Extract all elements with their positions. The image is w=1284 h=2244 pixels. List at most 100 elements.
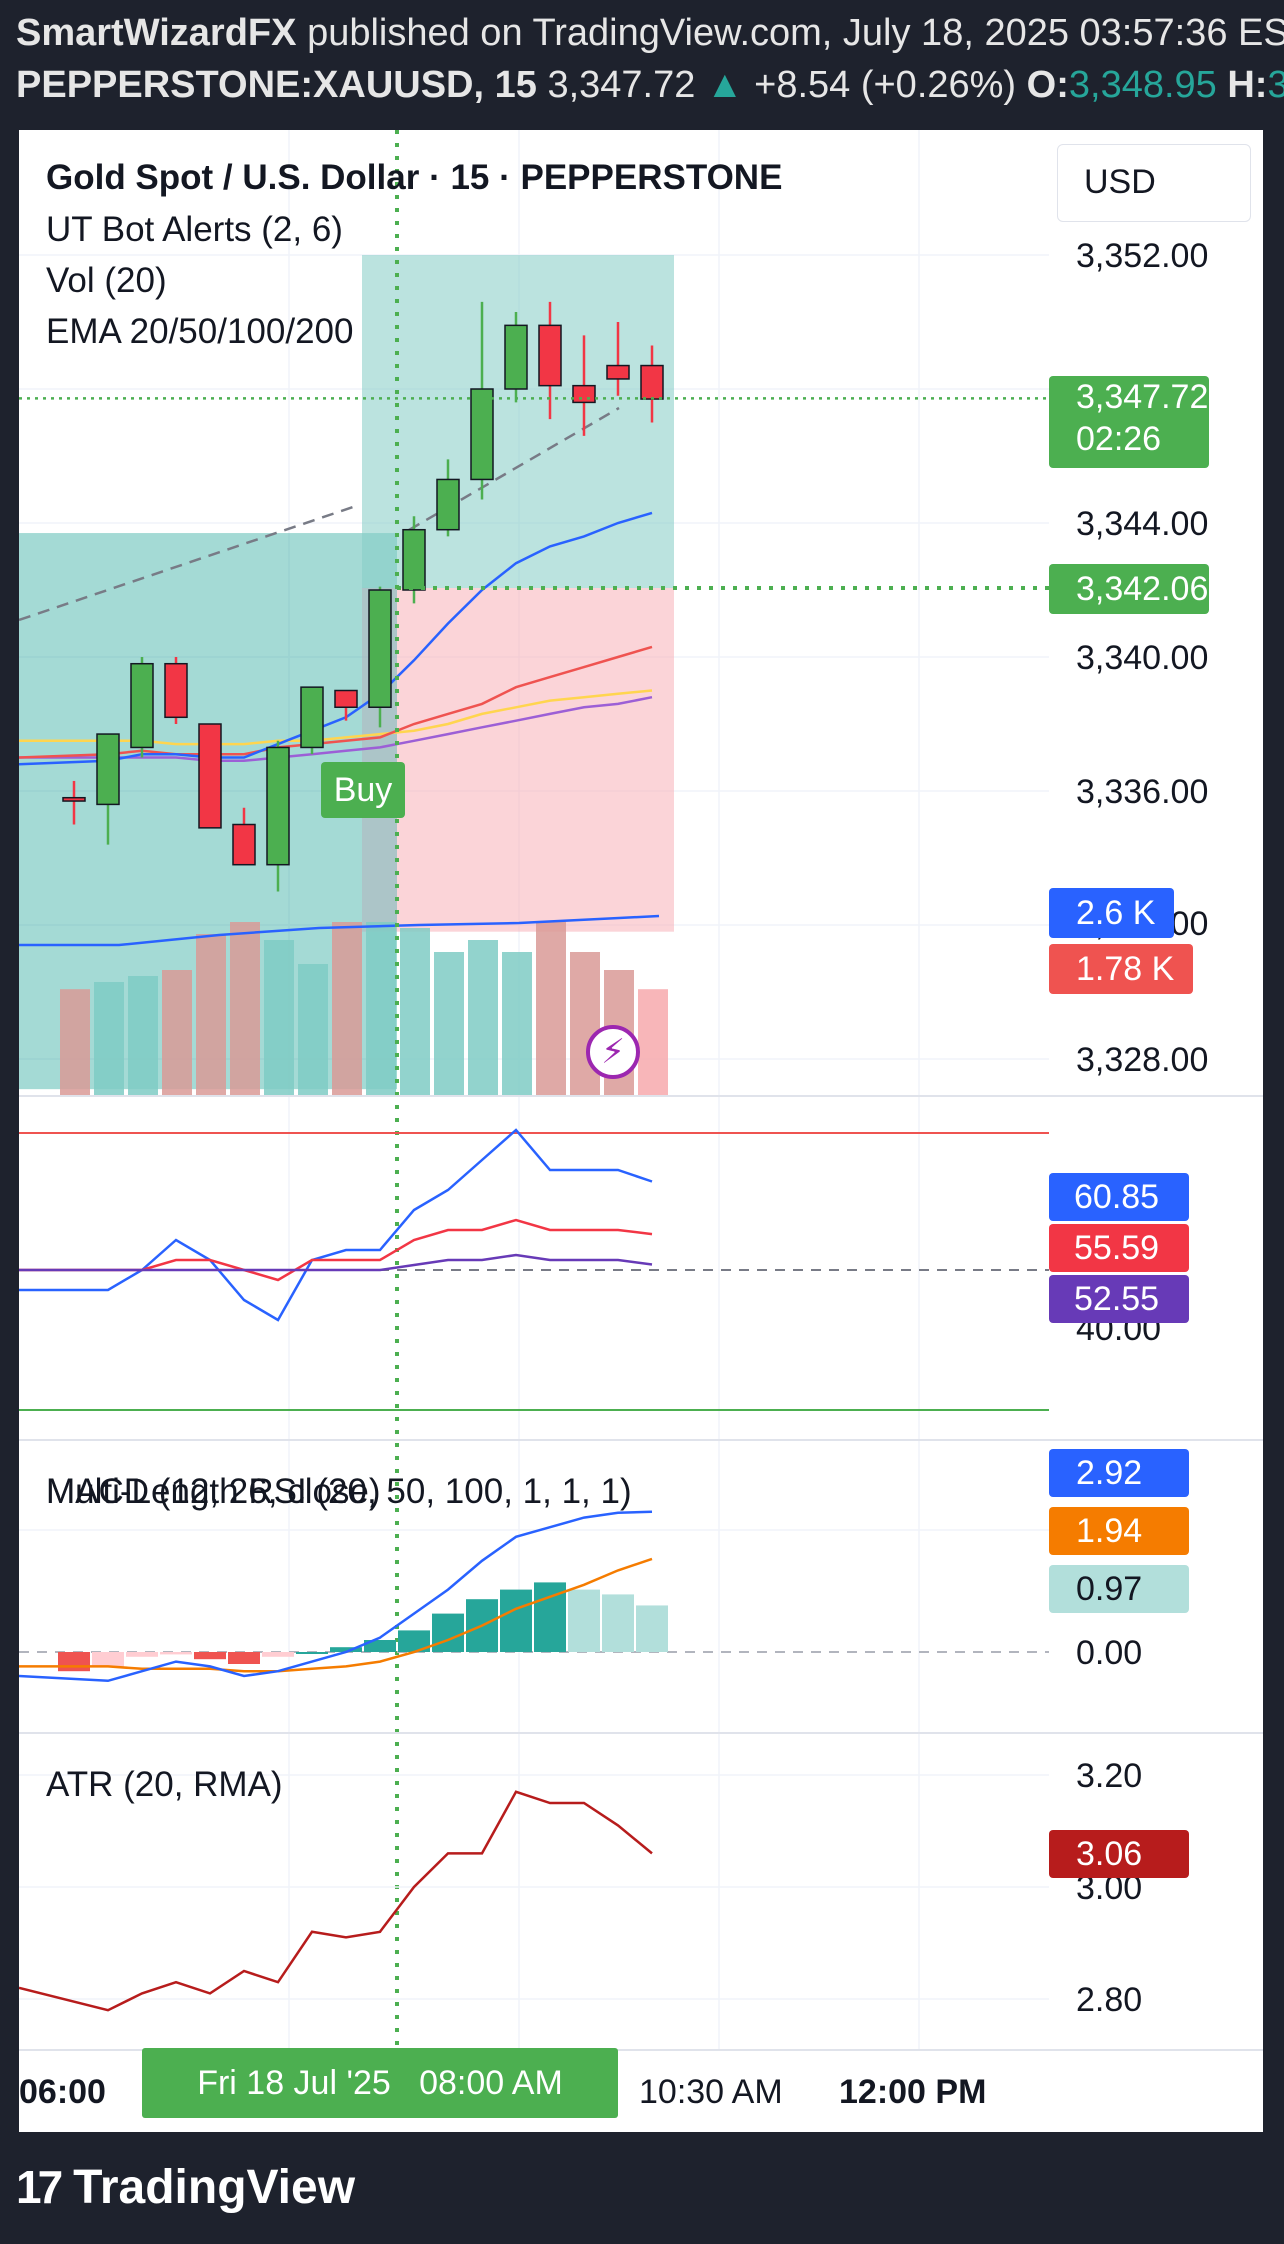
volume-bar xyxy=(434,952,464,1096)
tv-logo-icon: 17 xyxy=(16,2161,63,2213)
volume-bar xyxy=(332,922,362,1096)
macd-histogram-bar xyxy=(500,1589,532,1652)
current-price-value: 3,347.72 xyxy=(1076,378,1209,416)
currency-label: USD xyxy=(1084,163,1156,201)
time-axis-label: 06:00 xyxy=(19,2073,106,2111)
rsi-value-box: 60.85 xyxy=(1049,1173,1189,1221)
candle-body xyxy=(334,689,358,708)
volume-bar xyxy=(570,952,600,1096)
high-value: 3,3 xyxy=(1267,64,1284,106)
volume-bar xyxy=(128,976,158,1096)
brand-name: TradingView xyxy=(73,2161,356,2214)
signal-value-box: 1.94 xyxy=(1049,1507,1189,1555)
volume-bar xyxy=(536,922,566,1096)
candle-body xyxy=(62,796,86,802)
volume-bar xyxy=(468,940,498,1096)
rsi-value-box: 52.55 xyxy=(1049,1275,1189,1323)
entry-price-box: 3,342.06 xyxy=(1049,564,1209,614)
volume-bar xyxy=(366,922,396,1096)
atr-line xyxy=(19,1790,653,2012)
atr-value-box: 3.06 xyxy=(1049,1830,1189,1878)
volume-bar xyxy=(502,952,532,1096)
candle-body xyxy=(436,478,460,531)
volume-bar xyxy=(162,970,192,1096)
rsi-value-box: 55.59 xyxy=(1049,1224,1189,1272)
rsi-line xyxy=(19,1253,653,1272)
macd-histogram-bar xyxy=(602,1594,634,1652)
price-axis-label: 3,328.00 xyxy=(1076,1041,1208,1079)
price-change: +8.54 (+0.26%) xyxy=(754,64,1017,106)
atr-axis-label: 2.80 xyxy=(1076,1981,1142,2019)
tradingview-logo: 17 TradingView xyxy=(16,2160,355,2215)
volume-bar xyxy=(230,922,260,1096)
rsi-line xyxy=(19,1128,653,1322)
candle-body xyxy=(504,324,528,390)
candle-body xyxy=(96,733,120,806)
macd-histogram-bar xyxy=(160,1652,192,1655)
volume-bar xyxy=(264,940,294,1096)
candle-body xyxy=(606,364,630,380)
candle-body xyxy=(538,324,562,387)
volume-bar xyxy=(60,989,90,1096)
candle-body xyxy=(130,662,154,749)
price-axis-label: 3,344.00 xyxy=(1076,505,1208,543)
time-axis-label: 10:30 AM xyxy=(639,2073,783,2111)
macd-histogram-bar xyxy=(636,1605,668,1652)
high-label: H: xyxy=(1227,64,1268,106)
candle-body xyxy=(368,589,392,708)
volume-bar xyxy=(298,964,328,1096)
legend-ema[interactable]: EMA 20/50/100/200 xyxy=(46,312,353,352)
volume-bar xyxy=(94,982,124,1096)
author-name[interactable]: SmartWizardFX xyxy=(16,12,297,54)
volume-bar xyxy=(196,934,226,1096)
candle-body xyxy=(640,364,664,400)
countdown-value: 02:26 xyxy=(1076,420,1162,458)
macd-histogram-bar xyxy=(228,1652,260,1664)
macd-histogram-bar xyxy=(296,1652,328,1654)
legend-volume[interactable]: Vol (20) xyxy=(46,261,167,301)
macd-histogram-bar xyxy=(58,1652,90,1672)
candle-body xyxy=(402,528,426,591)
candle-body xyxy=(300,686,324,749)
chart-area[interactable]: 3,328.00 3,336.00 3,340.00 3,344.00 3,352.00… xyxy=(19,130,1263,2132)
atr-axis-label: 3.20 xyxy=(1076,1757,1142,1795)
symbol: PEPPERSTONE:XAUUSD, 15 xyxy=(16,64,537,106)
candle-body xyxy=(470,388,494,481)
candle-body xyxy=(232,823,256,866)
macd-histogram-bar xyxy=(262,1652,294,1657)
price-axis-label: 3,352.00 xyxy=(1076,237,1208,275)
histogram-value-box: 0.97 xyxy=(1049,1565,1189,1613)
currency-button[interactable]: USD xyxy=(1057,144,1251,222)
last-price: 3,347.72 xyxy=(547,64,696,106)
macd-histogram-bar xyxy=(432,1613,464,1652)
volume-ma-box: 2.6 K xyxy=(1049,888,1174,938)
publish-header: SmartWizardFX published on TradingView.c… xyxy=(0,0,1284,120)
open-label: O: xyxy=(1026,64,1069,106)
legend-ut-bot[interactable]: UT Bot Alerts (2, 6) xyxy=(46,210,343,250)
volume-box: 1.78 K xyxy=(1049,944,1193,994)
macd-histogram-bar xyxy=(568,1589,600,1652)
chart-title: Gold Spot / U.S. Dollar · 15 · PEPPERSTO… xyxy=(46,158,783,197)
atr-title[interactable]: ATR (20, RMA) xyxy=(46,1765,283,1805)
time-axis-label: 12:00 PM xyxy=(839,2073,986,2111)
macd-axis-label: 0.00 xyxy=(1076,1634,1142,1672)
macd-value-box: 2.92 xyxy=(1049,1449,1189,1497)
price-axis-label: 3,340.00 xyxy=(1076,639,1208,677)
volume-bar xyxy=(638,989,668,1096)
price-axis-label: 3,336.00 xyxy=(1076,773,1208,811)
buy-signal-label: Buy xyxy=(321,762,405,818)
macd-title[interactable]: MACD (12, 26, close) xyxy=(46,1472,381,1512)
macd-histogram-bar xyxy=(92,1652,124,1667)
open-value: 3,348.95 xyxy=(1068,64,1217,106)
candle-body xyxy=(266,746,290,866)
candle-body xyxy=(572,384,596,404)
publish-line: SmartWizardFX published on TradingView.c… xyxy=(16,12,1284,55)
candle-body xyxy=(198,723,222,829)
macd-histogram-bar xyxy=(126,1652,158,1657)
stop-zone xyxy=(397,587,674,932)
publish-info: published on TradingView.com, July 18, 2… xyxy=(307,12,1284,54)
candle-body xyxy=(164,662,188,719)
volume-bar xyxy=(400,928,430,1096)
crosshair-time-label: Fri 18 Jul '25 08:00 AM xyxy=(142,2048,618,2118)
lightning-icon[interactable]: ⚡ xyxy=(586,1025,640,1079)
